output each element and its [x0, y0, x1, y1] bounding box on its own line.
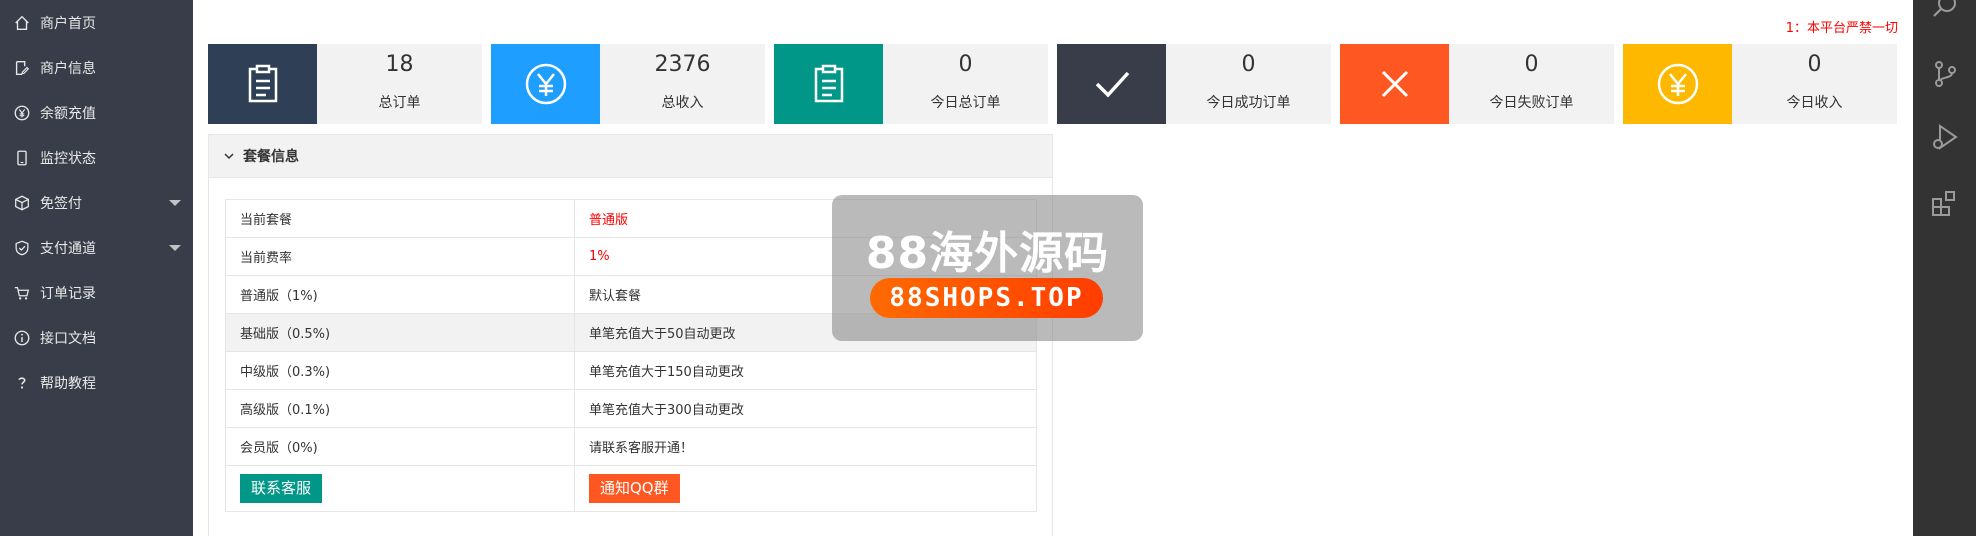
stat-value: 0 [1241, 52, 1256, 77]
stat-card-today-orders: 0 今日总订单 [774, 44, 1048, 124]
stat-value: 2376 [654, 52, 711, 77]
stat-label: 今日失败订单 [1489, 95, 1574, 111]
row-key: 高级版（0.1%) [225, 389, 575, 428]
sidebar-item-label: 余额充值 [40, 105, 96, 122]
sidebar-item-order-records[interactable]: 订单记录 [0, 270, 193, 315]
search-icon[interactable] [1930, 0, 1960, 22]
stat-card-total-income: 2376 总收入 [491, 44, 765, 124]
sidebar-item-monitor-status[interactable]: 监控状态 [0, 135, 193, 180]
sidebar-item-label: 接口文档 [40, 330, 96, 347]
stat-label: 总订单 [378, 95, 421, 111]
sidebar-item-label: 支付通道 [40, 240, 96, 257]
close-icon [1340, 44, 1449, 124]
table-row: 会员版（0%) 请联系客服开通！ [225, 427, 1037, 466]
sidebar-item-help-tutorial[interactable]: 帮助教程 [0, 360, 193, 405]
sidebar-item-balance-recharge[interactable]: 余额充值 [0, 90, 193, 135]
chevron-down-icon [223, 150, 235, 162]
table-row: 联系客服 通知QQ群 [225, 465, 1037, 512]
stat-card-today-failed: 0 今日失败订单 [1340, 44, 1614, 124]
watermark: 88海外源码 88SHOPS.TOP [832, 195, 1143, 341]
stat-label: 总收入 [661, 95, 704, 111]
clipboard-icon [208, 44, 317, 124]
row-key: 普通版（1%) [225, 275, 575, 314]
clipboard-icon [774, 44, 883, 124]
right-activity-bar [1913, 0, 1976, 536]
watermark-site: 88SHOPS.TOP [870, 278, 1103, 318]
sidebar-item-label: 帮助教程 [40, 375, 96, 392]
phone-icon [12, 148, 32, 168]
sidebar-item-label: 商户首页 [40, 15, 96, 32]
extensions-icon[interactable] [1930, 188, 1960, 218]
cart-icon [12, 283, 32, 303]
chevron-down-icon[interactable] [169, 200, 181, 206]
source-control-icon[interactable] [1930, 59, 1960, 89]
package-panel-header[interactable]: 套餐信息 [209, 135, 1052, 178]
question-icon [12, 373, 32, 393]
stat-label: 今日收入 [1786, 95, 1843, 111]
sidebar-item-label: 商户信息 [40, 60, 96, 77]
table-row: 高级版（0.1%) 单笔充值大于300自动更改 [225, 389, 1037, 428]
stat-label: 今日成功订单 [1206, 95, 1291, 111]
stat-card-today-success: 0 今日成功订单 [1057, 44, 1331, 124]
info-icon [12, 328, 32, 348]
row-key: 当前费率 [225, 237, 575, 276]
cube-icon [12, 193, 32, 213]
stat-card-total-orders: 18 总订单 [208, 44, 482, 124]
yen-circle-icon [12, 103, 32, 123]
table-row: 中级版（0.3%) 单笔充值大于150自动更改 [225, 351, 1037, 390]
watermark-title: 88海外源码 [865, 228, 1110, 279]
sidebar-item-merchant-home[interactable]: 商户首页 [0, 0, 193, 45]
row-value: 单笔充值大于300自动更改 [574, 389, 1037, 428]
sidebar-item-label: 订单记录 [40, 285, 96, 302]
stat-value: 0 [1807, 52, 1822, 77]
button-cell: 联系客服 [225, 465, 575, 512]
sidebar-item-label: 监控状态 [40, 150, 96, 167]
row-key: 基础版（0.5%) [225, 313, 575, 352]
stat-card-today-income: 0 今日收入 [1623, 44, 1897, 124]
notify-qq-group-button[interactable]: 通知QQ群 [589, 474, 680, 503]
row-key: 当前套餐 [225, 199, 575, 238]
stat-value: 0 [1524, 52, 1539, 77]
edit-icon [12, 58, 32, 78]
stat-label: 今日总订单 [930, 95, 1001, 111]
stat-value: 18 [385, 52, 414, 77]
sidebar: 商户首页 商户信息 余额充值 监控状态 免签付 支付通道 订单记录 接口文档 帮… [0, 0, 193, 536]
check-icon [1057, 44, 1166, 124]
row-key: 会员版（0%) [225, 427, 575, 466]
yen-circle-icon [1623, 44, 1732, 124]
sidebar-item-merchant-info[interactable]: 商户信息 [0, 45, 193, 90]
button-cell: 通知QQ群 [574, 465, 1037, 512]
row-value: 单笔充值大于150自动更改 [574, 351, 1037, 390]
home-icon [12, 13, 32, 33]
row-value: 请联系客服开通！ [574, 427, 1037, 466]
sidebar-item-free-sign-pay[interactable]: 免签付 [0, 180, 193, 225]
stat-value: 0 [958, 52, 973, 77]
sidebar-item-label: 免签付 [40, 195, 82, 212]
chevron-down-icon[interactable] [169, 245, 181, 251]
shield-icon [12, 238, 32, 258]
sidebar-item-payment-channel[interactable]: 支付通道 [0, 225, 193, 270]
panel-title: 套餐信息 [243, 149, 299, 165]
run-debug-icon[interactable] [1930, 122, 1960, 152]
platform-notice: 1：本平台严禁一切 [1785, 21, 1898, 36]
yen-circle-icon [491, 44, 600, 124]
contact-support-button[interactable]: 联系客服 [240, 474, 323, 503]
sidebar-item-api-docs[interactable]: 接口文档 [0, 315, 193, 360]
row-key: 中级版（0.3%) [225, 351, 575, 390]
